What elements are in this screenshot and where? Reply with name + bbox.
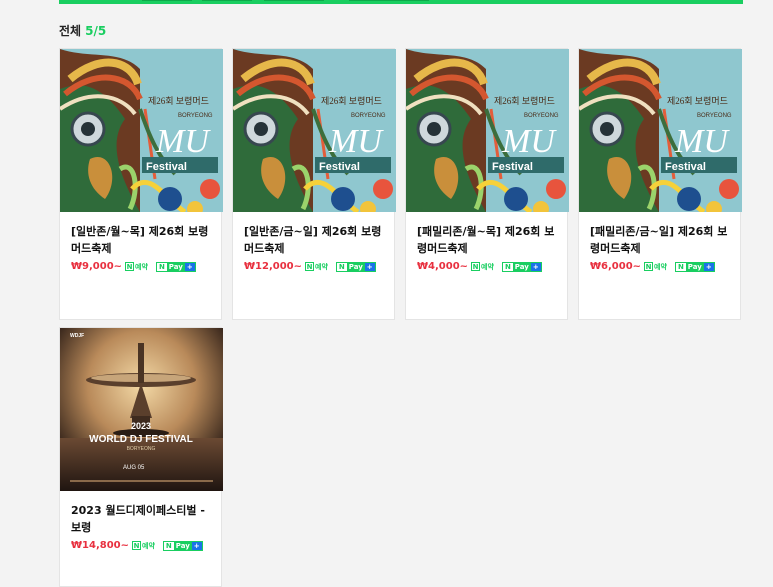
- product-title[interactable]: [일반존/월~목] 제26회 보령머드축제: [71, 223, 215, 257]
- product-card[interactable]: 제26회 보령머드 BORYEONG MU Festival [패밀리존/월~목…: [405, 48, 569, 320]
- reservation-badge: N 예약: [132, 541, 155, 550]
- category-label: 전체: [59, 24, 82, 38]
- product-card[interactable]: 제26회 보령머드 BORYEONG MU Festival [일반존/월~목]…: [59, 48, 223, 320]
- poster-festival-text: Festival: [492, 161, 533, 173]
- poster-logo-text: WDJF: [70, 333, 84, 339]
- naver-n-icon: N: [644, 262, 654, 271]
- poster-script-text: 제26회 보령머드: [667, 95, 728, 106]
- product-thumbnail[interactable]: WDJF 2023 WORLD DJ FESTIVAL BORYEONG AUG…: [60, 328, 223, 491]
- product-price: ₩14,800~: [71, 540, 129, 551]
- npay-plus-badge: N Pay +: [674, 261, 715, 272]
- product-title[interactable]: [패밀리존/월~목] 제26회 보령머드축제: [417, 223, 561, 257]
- poster-sub-text: BORYEONG: [127, 446, 156, 452]
- poster-big-text: MU: [155, 123, 211, 160]
- reservation-badge: N 예약: [125, 262, 148, 271]
- product-meta: ₩9,000~ N 예약 N Pay +: [71, 261, 196, 272]
- poster-date-text: AUG 05: [123, 465, 145, 471]
- top-accent-bar: [59, 0, 743, 4]
- product-title[interactable]: [일반존/금~일] 제26회 보령머드축제: [244, 223, 388, 257]
- naver-n-icon: N: [502, 262, 513, 271]
- naver-n-icon: N: [336, 262, 347, 271]
- poster-script-text: 제26회 보령머드: [321, 95, 382, 106]
- naver-n-icon: N: [125, 262, 135, 271]
- poster-festival-text: Festival: [665, 161, 706, 173]
- poster-big-text: MU: [674, 123, 730, 160]
- poster-sub-text: BORYEONG: [351, 113, 386, 119]
- product-card[interactable]: 제26회 보령머드 BORYEONG MU Festival [일반존/금~일]…: [232, 48, 396, 320]
- product-title[interactable]: 2023 월드디제이페스티벌 - 보령: [71, 502, 215, 536]
- npay-plus-badge: N Pay +: [155, 261, 196, 272]
- reservation-badge: N 예약: [471, 262, 494, 271]
- poster-script-text: 제26회 보령머드: [148, 95, 209, 106]
- npay-plus-badge: N Pay +: [501, 261, 542, 272]
- product-count-header: 전체 5/5: [59, 22, 106, 39]
- npay-plus-badge: N Pay +: [162, 540, 203, 551]
- product-meta: ₩14,800~ N 예약 N Pay +: [71, 540, 203, 551]
- product-meta: ₩4,000~ N 예약 N Pay +: [417, 261, 542, 272]
- naver-n-icon: N: [471, 262, 481, 271]
- naver-n-icon: N: [305, 262, 314, 271]
- product-price: ₩6,000~: [590, 261, 642, 272]
- product-title[interactable]: [패밀리존/금~일] 제26회 보령머드축제: [590, 223, 734, 257]
- product-meta: ₩12,000~ N 예약 N Pay +: [244, 261, 376, 272]
- poster-year-text: 2023: [131, 421, 151, 431]
- poster-title-text: WORLD DJ FESTIVAL: [89, 434, 193, 445]
- product-price: ₩9,000~: [71, 261, 123, 272]
- poster-festival-text: Festival: [319, 161, 360, 173]
- naver-n-icon: N: [675, 262, 686, 271]
- poster-big-text: MU: [328, 123, 384, 160]
- poster-sub-text: BORYEONG: [178, 113, 213, 119]
- product-card[interactable]: WDJF 2023 WORLD DJ FESTIVAL BORYEONG AUG…: [59, 327, 223, 587]
- naver-n-icon: N: [156, 262, 167, 271]
- product-thumbnail[interactable]: 제26회 보령머드 BORYEONG MU Festival: [60, 49, 223, 212]
- reservation-badge: N 예약: [305, 262, 328, 271]
- product-thumbnail[interactable]: 제26회 보령머드 BORYEONG MU Festival: [579, 49, 742, 212]
- poster-big-text: MU: [501, 123, 557, 160]
- naver-n-icon: N: [163, 541, 174, 550]
- poster-sub-text: BORYEONG: [524, 113, 559, 119]
- product-price: ₩12,000~: [244, 261, 302, 272]
- naver-n-icon: N: [132, 541, 141, 550]
- npay-plus-badge: N Pay +: [335, 261, 376, 272]
- poster-festival-text: Festival: [146, 161, 187, 173]
- product-count: 5/5: [85, 24, 107, 38]
- poster-script-text: 제26회 보령머드: [494, 95, 555, 106]
- reservation-badge: N 예약: [644, 262, 667, 271]
- product-price: ₩4,000~: [417, 261, 469, 272]
- product-thumbnail[interactable]: 제26회 보령머드 BORYEONG MU Festival: [406, 49, 569, 212]
- product-card[interactable]: 제26회 보령머드 BORYEONG MU Festival [패밀리존/금~일…: [578, 48, 742, 320]
- product-meta: ₩6,000~ N 예약 N Pay +: [590, 261, 715, 272]
- poster-sub-text: BORYEONG: [697, 113, 732, 119]
- product-thumbnail[interactable]: 제26회 보령머드 BORYEONG MU Festival: [233, 49, 396, 212]
